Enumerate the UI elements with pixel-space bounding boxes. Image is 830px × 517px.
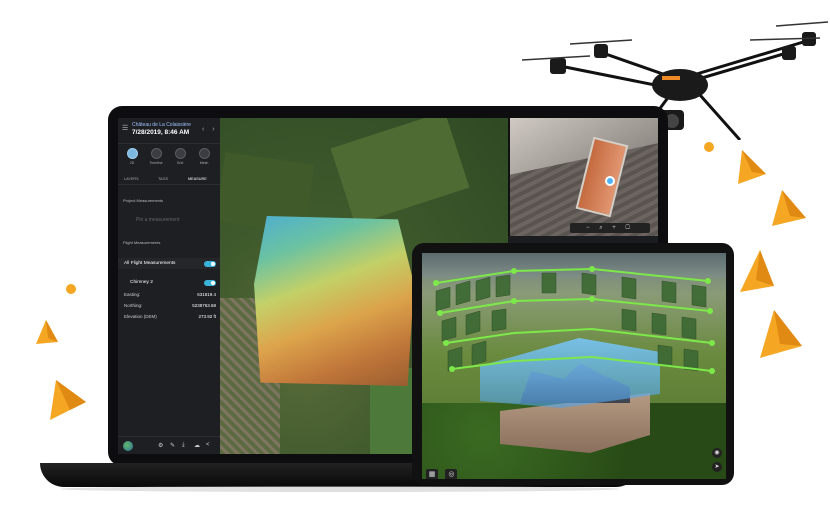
- orange-shard-6: [760, 310, 802, 358]
- mode-mesh[interactable]: Mesh: [194, 148, 214, 165]
- pin-measurement-placeholder[interactable]: Pin a measurement: [136, 217, 179, 223]
- measurement-row-northing: Northing: 5238763.68: [124, 303, 216, 308]
- menu-icon[interactable]: ☰: [122, 125, 129, 132]
- mode-2d[interactable]: 2D: [122, 148, 142, 165]
- mode-mesh-icon: [198, 148, 210, 159]
- orange-shard-5: [740, 250, 774, 292]
- mode-2d-icon: [126, 148, 138, 159]
- sidebar-tabs: LAYERS TAGS MEASURE: [118, 175, 220, 185]
- map-field-1: [330, 118, 470, 225]
- sidebar: ☰ Château de La Colaissière 7/28/2019, 8…: [118, 118, 220, 454]
- orange-shard-1: [50, 380, 86, 420]
- recenter-icon[interactable]: ◉: [712, 448, 722, 458]
- flight-measurements-heading: Flight Measurements: [123, 240, 161, 245]
- flight-path-overlay: [433, 266, 715, 374]
- project-title: Château de La Colaissière: [132, 122, 191, 128]
- elevation-value: 273.92 ft: [198, 314, 216, 319]
- measurement-row-elevation: Elevation (DEM) 273.92 ft: [124, 314, 216, 319]
- sidebar-footer: ⚙ ✎ ⤓ ☁ <: [118, 436, 220, 454]
- mode-grid-icon: [174, 148, 186, 159]
- northing-label: Northing:: [124, 303, 143, 308]
- download-icon[interactable]: ⤓: [182, 442, 185, 449]
- elevation-label: Elevation (DEM): [124, 314, 157, 319]
- mode-timeline-label: Timeline: [149, 161, 163, 165]
- measure-marker-icon: [605, 176, 615, 186]
- stage: ☰ Château de La Colaissière 7/28/2019, 8…: [0, 0, 830, 517]
- mode-2d-label: 2D: [129, 161, 135, 165]
- basemap-globe-icon[interactable]: [123, 441, 133, 451]
- photo-controls[interactable]: − ⌕ + ▢: [570, 223, 650, 233]
- all-flight-measurements-row: All Flight Measurements: [118, 258, 220, 269]
- all-flight-measurements-toggle[interactable]: [204, 261, 216, 267]
- flight-nav-arrows[interactable]: ‹ ›: [202, 126, 218, 133]
- tab-layers[interactable]: LAYERS: [124, 177, 139, 181]
- measurement-toggle[interactable]: [204, 280, 216, 286]
- flight-date: 7/28/2019, 8:46 AM: [132, 129, 190, 136]
- mode-timeline[interactable]: Timeline: [146, 148, 166, 165]
- measurement-row-easting: Easting: 631819.4: [124, 292, 216, 297]
- mode-grid-label: Grid: [176, 161, 184, 165]
- view-modes: 2D Timeline Grid Mesh: [122, 148, 218, 172]
- orange-dot-1: [66, 284, 76, 294]
- ruler-icon[interactable]: ✎: [170, 442, 175, 449]
- orange-dot-2: [704, 142, 714, 152]
- tablet-right-controls: ◉ ➤: [712, 448, 722, 476]
- easting-value: 631819.4: [197, 292, 216, 297]
- all-flight-measurements-label: All Flight Measurements: [124, 261, 176, 266]
- tablet-toolbar: ▦ ◎: [426, 463, 460, 479]
- orange-shard-2: [36, 320, 58, 344]
- mode-grid[interactable]: Grid: [170, 148, 190, 165]
- laptop-shadow: [60, 486, 620, 492]
- share-icon[interactable]: <: [206, 442, 210, 448]
- mode-mesh-label: Mesh: [199, 161, 209, 165]
- orange-shard-4: [772, 190, 806, 226]
- grid-view-icon[interactable]: ▦: [426, 469, 438, 479]
- tab-tags[interactable]: TAGS: [158, 177, 168, 181]
- easting-label: Easting:: [124, 292, 141, 297]
- drone-photo-viewer[interactable]: − ⌕ + ▢: [508, 118, 658, 236]
- settings-icon[interactable]: ⚙: [158, 442, 163, 449]
- compass-icon[interactable]: ◎: [445, 469, 458, 479]
- project-measurements-heading: Project Measurements: [123, 198, 164, 203]
- measurement-name[interactable]: Chimney 2: [130, 280, 153, 285]
- mode-timeline-icon: [150, 148, 162, 159]
- navigate-icon[interactable]: ➤: [712, 462, 722, 472]
- elevation-overlay: [254, 216, 414, 386]
- tab-measure[interactable]: MEASURE: [188, 177, 207, 181]
- tablet-3d-view[interactable]: ▦ ◎ ◉ ➤: [422, 253, 726, 479]
- sidebar-header: ☰ Château de La Colaissière 7/28/2019, 8…: [118, 118, 220, 144]
- orange-shard-3: [738, 150, 766, 184]
- northing-value: 5238763.68: [192, 303, 216, 308]
- cloud-icon[interactable]: ☁: [194, 442, 200, 449]
